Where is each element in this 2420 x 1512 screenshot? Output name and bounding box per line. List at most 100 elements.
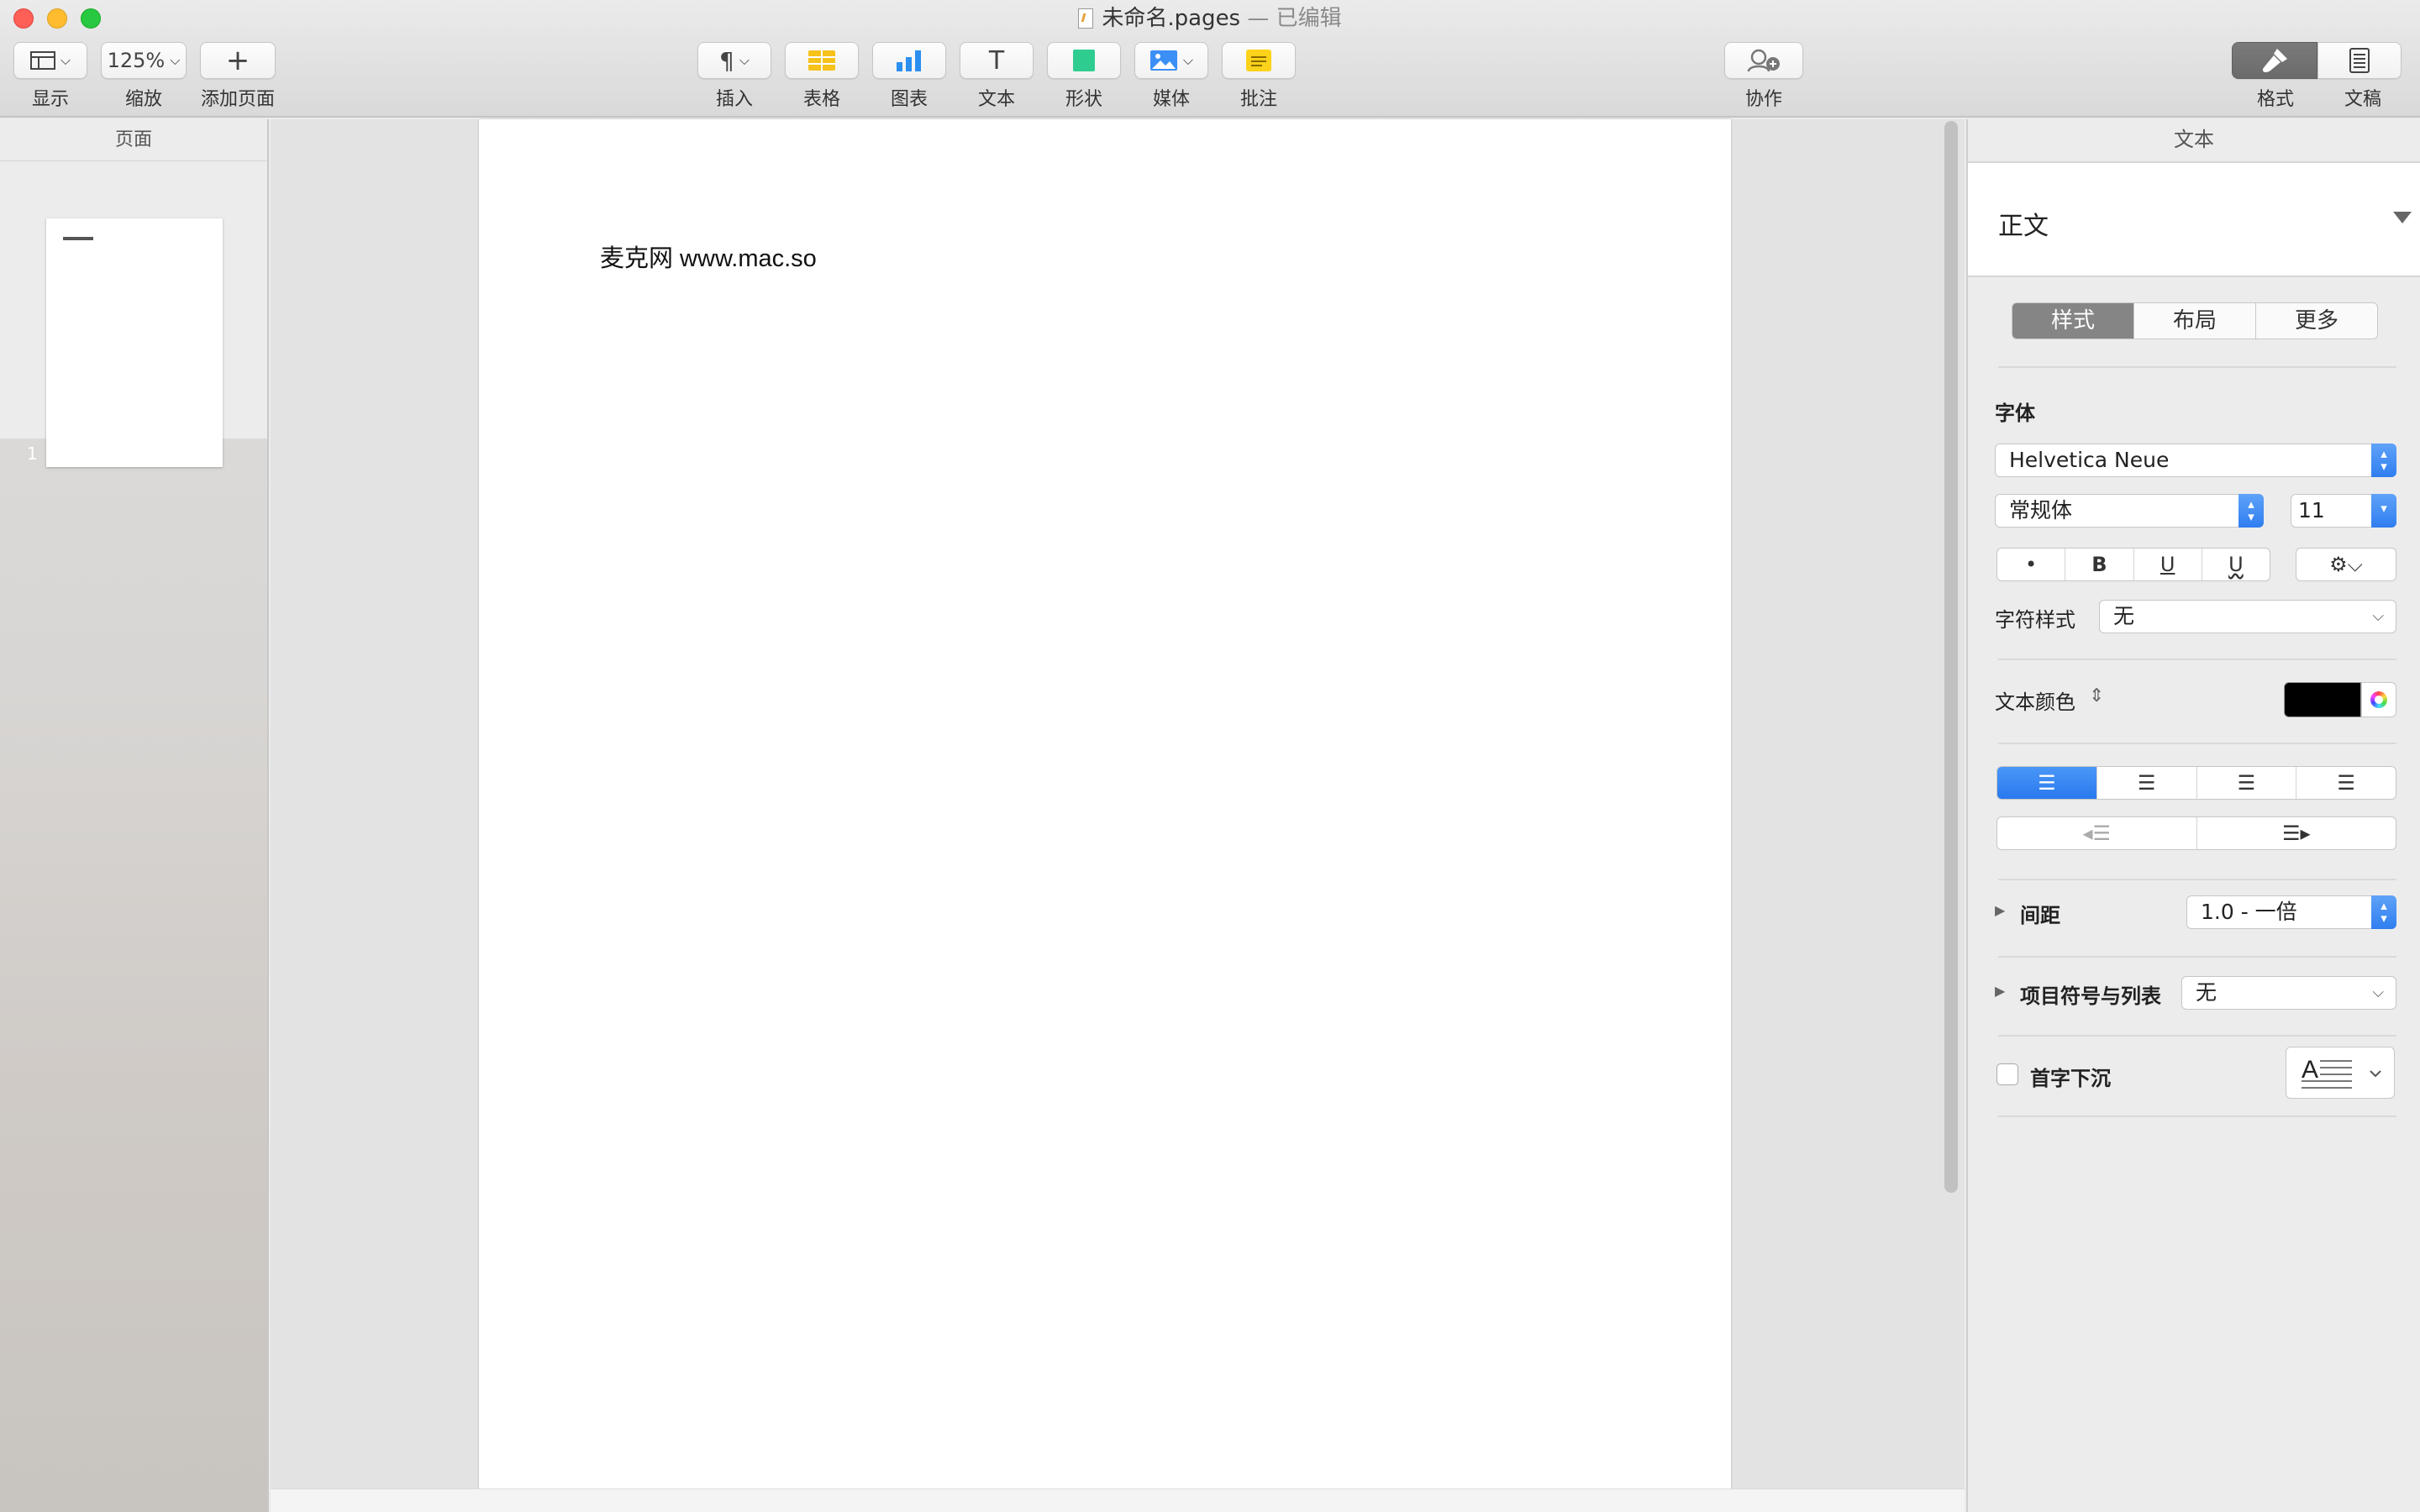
up-down-chevron-icon[interactable]: ⇕ xyxy=(2089,685,2104,706)
triangle-down-icon xyxy=(2393,212,2412,223)
spacing-select[interactable]: 1.0 - 一倍 ▴ ▾ xyxy=(2186,895,2396,929)
font-family-select[interactable]: Helvetica Neue ▴ ▾ xyxy=(1995,444,2396,477)
char-style-select[interactable]: 无 ⌵ xyxy=(2099,600,2396,633)
collaborate-button[interactable] xyxy=(1724,42,1803,79)
font-family-value: Helvetica Neue xyxy=(2009,448,2170,472)
chevron-down-icon: ⌵ xyxy=(60,52,71,68)
dropcap-checkbox[interactable] xyxy=(1996,1063,2018,1085)
color-wheel-icon xyxy=(2370,691,2387,708)
format-label: 格式 xyxy=(2256,89,2294,110)
text-style-buttons: • B U U xyxy=(1996,548,2270,581)
text-box-button[interactable]: T xyxy=(960,42,1034,79)
document-icon xyxy=(2349,48,2370,73)
advanced-options-button[interactable]: ⚙⌵ xyxy=(2296,548,2396,581)
media-button[interactable]: ⌵ xyxy=(1134,42,1208,79)
font-typeface-select[interactable]: 常规体 ▴ ▾ xyxy=(1995,494,2264,528)
divider xyxy=(1998,879,2396,880)
align-left-button[interactable]: ☰ xyxy=(1997,767,2097,799)
add-person-icon xyxy=(1747,49,1780,72)
underline-button[interactable]: U xyxy=(2134,549,2202,580)
pages-document-icon xyxy=(1078,8,1094,29)
page-number: 1 xyxy=(27,444,38,464)
edited-status: — 已编辑 xyxy=(1247,6,1342,31)
plus-icon: + xyxy=(225,44,250,77)
bullets-label: 项目符号与列表 xyxy=(2020,984,2161,1008)
color-wheel-button[interactable] xyxy=(2361,682,2396,717)
zoom-label: 缩放 xyxy=(124,89,162,110)
bullet-style-button[interactable]: • xyxy=(1997,549,2066,580)
vertical-scrollbar[interactable] xyxy=(1944,121,1958,1193)
shape-label: 形状 xyxy=(1065,89,1102,110)
comment-label: 批注 xyxy=(1239,89,1277,110)
add-page-label: 添加页面 xyxy=(200,89,275,110)
media-label: 媒体 xyxy=(1152,89,1190,110)
decrease-indent-button[interactable]: ◂☰ xyxy=(1997,817,2197,849)
chevron-down-icon: ⌵ xyxy=(1182,52,1194,68)
dropcap-label: 首字下沉 xyxy=(2030,1067,2111,1090)
window-title: 未命名.pages — 已编辑 xyxy=(0,3,2420,34)
disclosure-triangle-icon[interactable]: ▶ xyxy=(1995,983,2005,999)
shape-button[interactable] xyxy=(1047,42,1121,79)
chart-button[interactable] xyxy=(872,42,946,79)
chevron-down-icon: ⌵ xyxy=(2372,607,2384,625)
dropcap-style-select[interactable]: A xyxy=(2286,1047,2395,1099)
view-button[interactable]: ⌵ xyxy=(13,42,87,79)
tab-more[interactable]: 更多 xyxy=(2256,303,2377,339)
paragraph-style-selector[interactable]: 正文 xyxy=(1968,163,2420,277)
chevron-down-icon: ⌵ xyxy=(170,52,181,68)
comment-note-icon xyxy=(1246,50,1271,71)
font-size-value: 11 xyxy=(2298,498,2325,522)
strikethrough-button[interactable]: U xyxy=(2202,549,2270,580)
align-center-button[interactable]: ☰ xyxy=(2097,767,2197,799)
chart-label: 图表 xyxy=(890,89,928,110)
horizontal-scroll-area[interactable] xyxy=(271,1488,1965,1512)
insert-button[interactable]: ¶ ⌵ xyxy=(697,42,771,79)
char-style-label: 字符样式 xyxy=(1995,608,2075,632)
up-down-arrows-icon: ▴ ▾ xyxy=(2238,494,2264,528)
table-button[interactable] xyxy=(785,42,859,79)
divider xyxy=(1998,366,2396,368)
tab-layout[interactable]: 布局 xyxy=(2134,303,2256,339)
indent-buttons: ◂☰ ☰▸ xyxy=(1996,816,2396,850)
thumbnail-text-preview xyxy=(63,237,93,240)
page-thumbnails-sidebar: 页面 1 xyxy=(0,119,269,1512)
text-color-swatch[interactable] xyxy=(2284,682,2361,717)
chevron-down-icon: ⌵ xyxy=(739,52,750,68)
chevron-down-icon: ▾ xyxy=(2371,494,2396,528)
font-heading: 字体 xyxy=(1995,402,2035,425)
increase-indent-button[interactable]: ☰▸ xyxy=(2197,817,2396,849)
zoom-select[interactable]: 125% ⌵ xyxy=(101,42,187,79)
document-page[interactable]: 麦克网 www.mac.so xyxy=(479,119,1731,1490)
sidebar-layout-icon xyxy=(29,51,55,70)
document-inspector-button[interactable] xyxy=(2317,42,2402,79)
bar-chart-icon xyxy=(897,50,921,71)
inspector-segmented-control: 样式 布局 更多 xyxy=(2012,302,2378,339)
title-bar: 未命名.pages — 已编辑 ⌵ 显示 125% ⌵ 缩放 + 添加页面 ¶ ⌵ … xyxy=(0,0,2420,118)
tab-style[interactable]: 样式 xyxy=(2012,303,2134,339)
pilcrow-icon: ¶ xyxy=(719,46,734,75)
divider xyxy=(1998,1035,2396,1037)
page-thumbnail[interactable] xyxy=(46,218,223,467)
font-size-field[interactable]: 11 ▾ xyxy=(2291,494,2396,528)
document-canvas[interactable]: 麦克网 www.mac.so xyxy=(271,119,1965,1490)
inspector-tab-title: 文本 xyxy=(1968,119,2420,163)
justify-button[interactable]: ☰ xyxy=(2296,767,2396,799)
add-page-button[interactable]: + xyxy=(200,42,276,79)
comment-button[interactable] xyxy=(1222,42,1296,79)
svg-text:A: A xyxy=(2302,1056,2318,1084)
spacing-label: 间距 xyxy=(2020,904,2060,927)
document-name: 未命名.pages xyxy=(1102,6,1241,31)
body-text[interactable]: 麦克网 www.mac.so xyxy=(600,239,817,274)
bold-button[interactable]: B xyxy=(2065,549,2134,580)
format-inspector-button[interactable] xyxy=(2232,42,2317,79)
paintbrush-icon xyxy=(2262,49,2287,73)
text-label: 文本 xyxy=(977,89,1015,110)
bullets-select[interactable]: 无 ⌵ xyxy=(2181,976,2396,1010)
paragraph-style-name: 正文 xyxy=(1998,212,2049,241)
sidebar-header: 页面 xyxy=(0,119,267,161)
disclosure-triangle-icon[interactable]: ▶ xyxy=(1995,902,2005,918)
divider xyxy=(1998,956,2396,958)
dropcap-preview-icon: A xyxy=(2302,1056,2381,1089)
align-right-button[interactable]: ☰ xyxy=(2197,767,2297,799)
alignment-buttons: ☰ ☰ ☰ ☰ xyxy=(1996,766,2396,800)
